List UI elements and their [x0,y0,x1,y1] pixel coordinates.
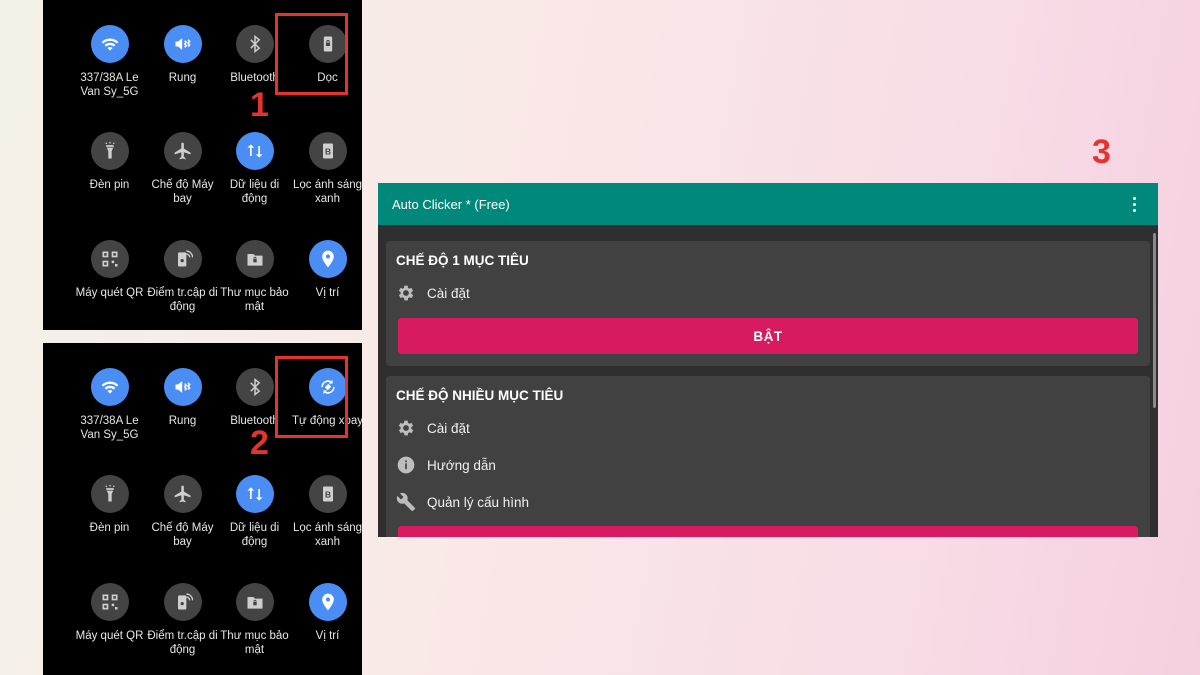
guide-item[interactable]: Hướng dẫn [396,455,496,475]
quick-tile-label: Đèn pin [89,522,130,534]
multi-mode-enable-button[interactable] [398,526,1138,537]
quick-tile-secure-folder[interactable]: Thư mục bảo mật [218,240,291,314]
quick-tile-secure-folder[interactable]: Thư mục bảo mật [218,583,291,657]
gear-icon [396,283,416,303]
quick-tile-flashlight[interactable]: Đèn pin [73,132,146,192]
quick-tile-location[interactable]: Vị trí [291,583,362,643]
gear-icon [396,418,416,438]
mobile-data-icon [235,132,274,170]
enable-button[interactable]: BẬT [398,318,1138,354]
bluetooth-icon [235,368,274,406]
config-manager-item[interactable]: Quản lý cấu hình [396,492,529,512]
settings-label: Cài đặt [427,420,470,436]
quick-tile-label: Dữ liệu di động [229,179,280,205]
guide-label: Hướng dẫn [427,457,496,473]
auto-clicker-app-window: Auto Clicker * (Free) CHẾ ĐỘ 1 MỤC TIÊU … [378,183,1158,537]
hotspot-icon [163,583,202,621]
quick-tile-label: Điểm tr.cập di động [147,630,218,656]
qr-scanner-icon [90,583,129,621]
step-2-label: 2 [250,424,269,462]
wifi-icon [90,368,129,406]
more-vert-icon[interactable] [1124,194,1144,214]
quick-tile-flashlight[interactable]: Đèn pin [73,475,146,535]
quick-tile-label: 337/38A Le Van Sy_5G [80,72,139,98]
quick-tile-label: Đèn pin [89,179,130,191]
quick-tile-label: Rung [168,415,197,427]
multi-target-mode-title: CHẾ ĐỘ NHIỀU MỤC TIÊU [396,388,564,403]
quick-tile-mobile-data[interactable]: Dữ liệu di động [218,475,291,549]
quick-tile-location[interactable]: Vị trí [291,240,362,300]
quick-tile-wifi[interactable]: 337/38A Le Van Sy_5G [73,368,146,442]
airplane-icon [163,475,202,513]
info-icon [396,455,416,475]
location-icon [308,583,347,621]
quick-tile-blue-light-filter[interactable]: B Lọc ánh sáng xanh [291,475,362,549]
quick-tile-qr-scanner[interactable]: Máy quét QR [73,240,146,300]
portrait-tile-highlight [275,13,348,95]
quick-tile-label: Vị trí [315,287,340,299]
hotspot-icon [163,240,202,278]
quick-tile-vibrate[interactable]: Rung [146,25,219,85]
app-bar: Auto Clicker * (Free) [378,183,1158,225]
quick-tile-airplane[interactable]: Chế độ Máy bay [146,132,219,206]
location-icon [308,240,347,278]
quick-tile-qr-scanner[interactable]: Máy quét QR [73,583,146,643]
quick-tile-wifi[interactable]: 337/38A Le Van Sy_5G [73,25,146,99]
bluetooth-icon [235,25,274,63]
config-manager-label: Quản lý cấu hình [427,494,530,510]
quick-tile-label: Chế độ Máy bay [151,522,214,548]
quick-tile-label: Dữ liệu di động [229,522,280,548]
single-target-mode-title: CHẾ ĐỘ 1 MỤC TIÊU [396,253,529,268]
blue-light-filter-icon: B [308,132,347,170]
quick-tile-label: Điểm tr.cập di động [147,287,218,313]
secure-folder-icon [235,240,274,278]
multi-mode-settings-item[interactable]: Cài đặt [396,418,470,438]
multi-target-mode-card: CHẾ ĐỘ NHIỀU MỤC TIÊU Cài đặt Hướng dẫn … [386,376,1150,537]
quick-tile-label: Lọc ánh sáng xanh [292,522,362,548]
quick-tile-label: Máy quét QR [75,630,144,642]
flashlight-icon [90,132,129,170]
quick-tile-label: Thư mục bảo mật [220,630,289,656]
mobile-data-icon [235,475,274,513]
quick-tile-airplane[interactable]: Chế độ Máy bay [146,475,219,549]
settings-label: Cài đặt [427,285,470,301]
quick-tile-hotspot[interactable]: Điểm tr.cập di động [146,583,219,657]
step-1-label: 1 [250,86,269,124]
single-mode-settings-item[interactable]: Cài đặt [396,283,470,303]
svg-text:B: B [324,146,330,156]
quick-tile-vibrate[interactable]: Rung [146,368,219,428]
quick-tile-label: Thư mục bảo mật [220,287,289,313]
quick-tile-label: Vị trí [315,630,340,642]
quick-tile-hotspot[interactable]: Điểm tr.cập di động [146,240,219,314]
wrench-icon [396,492,416,512]
svg-text:B: B [324,489,330,499]
blue-light-filter-icon: B [308,475,347,513]
vibrate-icon [163,368,202,406]
quick-tile-label: Lọc ánh sáng xanh [292,179,362,205]
app-title: Auto Clicker * (Free) [392,196,510,212]
auto-rotate-tile-highlight [275,356,348,438]
scrollbar[interactable] [1153,233,1156,408]
single-target-mode-card: CHẾ ĐỘ 1 MỤC TIÊU Cài đặt BẬT [386,241,1150,366]
quick-tile-label: Rung [168,72,197,84]
quick-tile-label: 337/38A Le Van Sy_5G [80,415,139,441]
airplane-icon [163,132,202,170]
quick-tile-mobile-data[interactable]: Dữ liệu di động [218,132,291,206]
quick-tile-blue-light-filter[interactable]: B Lọc ánh sáng xanh [291,132,362,206]
quick-tile-label: Chế độ Máy bay [151,179,214,205]
quick-tile-label: Máy quét QR [75,287,144,299]
flashlight-icon [90,475,129,513]
step-3-label: 3 [1092,133,1111,171]
secure-folder-icon [235,583,274,621]
vibrate-icon [163,25,202,63]
qr-scanner-icon [90,240,129,278]
wifi-icon [90,25,129,63]
